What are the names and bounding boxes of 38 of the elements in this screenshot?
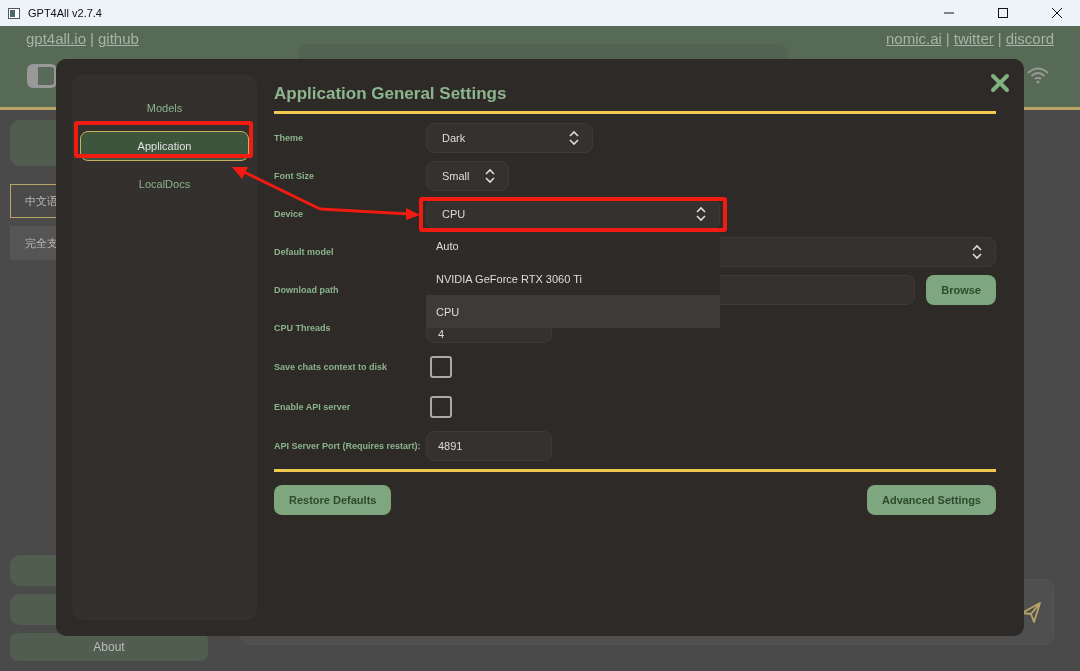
dropdown[interactable]: Small [426,161,509,191]
link-separator: | [945,30,950,47]
checkbox[interactable] [430,396,452,418]
link-separator: | [997,30,1002,47]
setting-label: Default model [274,247,335,257]
settings-nav-tab[interactable]: Models [80,93,249,123]
updown-chevron-icon [971,244,983,260]
link-separator: | [90,30,94,47]
setting-label: Font Size [274,171,315,181]
window-title: GPT4All v2.7.4 [28,7,103,19]
setting-label: API Server Port (Requires restart): [274,441,422,451]
input-field[interactable]: 4891 [426,431,552,461]
toggle-switch[interactable] [27,64,57,88]
setting-label: Save chats context to disk [274,362,389,372]
about-button[interactable]: About [10,633,208,661]
advanced-settings-button[interactable]: Advanced Settings [866,485,996,515]
setting-label: Device [274,209,305,219]
dropdown[interactable]: CPU [426,199,720,229]
settings-nav-tab[interactable]: LocalDocs [80,169,249,199]
menu-option[interactable]: NVIDIA GeForce RTX 3060 Ti [426,262,720,295]
setting-label: Enable API server [274,402,352,412]
restore-defaults-button[interactable]: Restore Defaults [274,485,392,515]
close-icon[interactable] [990,73,1010,93]
setting-label: CPU Threads [274,323,332,333]
checkbox[interactable] [430,356,452,378]
setting-label: Download path [274,285,340,295]
app-icon [8,7,20,19]
send-icon[interactable] [1021,601,1041,623]
updown-chevron-icon [695,206,707,222]
browse-button[interactable]: Browse [926,275,996,305]
updown-chevron-icon [484,168,496,184]
menu-option[interactable]: Auto [426,229,720,262]
dropdown[interactable]: Dark [426,123,593,153]
settings-title: Application General Settings [274,83,508,105]
wifi-icon [1026,66,1050,84]
updown-chevron-icon [568,130,580,146]
menu-option[interactable]: CPU [426,295,720,328]
setting-label: Theme [274,133,304,143]
